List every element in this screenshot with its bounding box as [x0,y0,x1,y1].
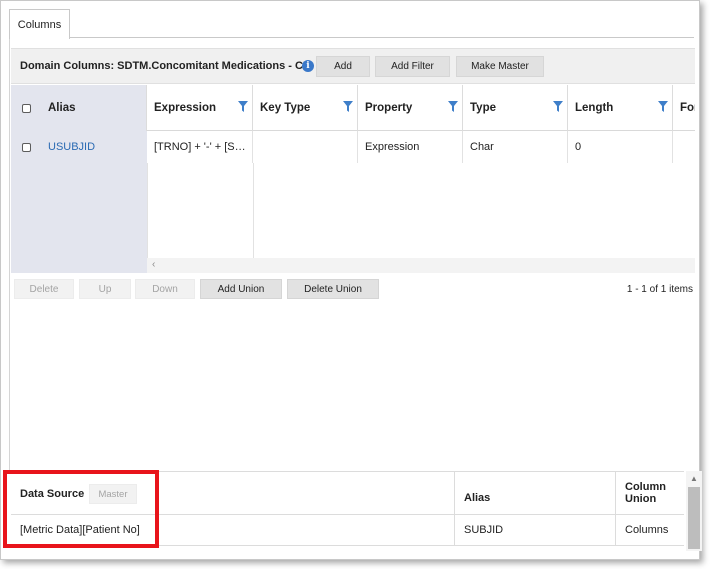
down-button[interactable]: Down [135,279,195,299]
toolbar-title: Domain Columns: SDTM.Concomitant Medicat… [20,60,313,72]
horizontal-scrollbar[interactable]: ‹ [147,258,695,273]
add-button[interactable]: Add [316,56,370,77]
column-header-expression[interactable]: Expression [147,85,253,131]
cell-property[interactable]: Expression [358,131,463,163]
cell-type[interactable]: Char [463,131,568,163]
cell-length[interactable]: 0 [568,131,673,163]
column-union-header-label: Column Union [625,481,666,505]
filter-icon[interactable] [343,101,353,112]
column-header-label: Expression [154,102,216,114]
cell-key-type[interactable] [253,131,358,163]
tab-columns[interactable]: Columns [9,9,70,39]
tab-strip: Columns [1,1,699,39]
filter-icon[interactable] [448,101,458,112]
filter-icon[interactable] [658,101,668,112]
column-header-length[interactable]: Length [568,85,673,131]
column-header-column-union[interactable]: Column Union [616,472,684,515]
cell-format[interactable] [673,131,695,163]
window-frame: Columns Domain Columns: SDTM.Concomitant… [0,0,702,560]
grid-actions: Delete Up Down Add Union Delete Union 1 … [11,277,695,301]
columns-grid-body: USUBJID [TRNO] + '-' + [S… Expression Ch… [11,131,695,273]
table-row-select: USUBJID [11,131,147,163]
delete-button[interactable]: Delete [14,279,74,299]
scroll-up-icon[interactable]: ▲ [690,474,698,483]
column-header-key-type[interactable]: Key Type [253,85,358,131]
scroll-left-icon[interactable]: ‹ [152,259,155,270]
highlight-box [3,470,159,548]
alias-header-label: Alias [464,492,491,504]
column-header-label: For [680,102,695,114]
column-header-alias[interactable]: Alias [455,472,616,515]
cell-alias[interactable]: SUBJID [455,515,616,545]
column-divider [147,163,148,258]
column-header-label: Key Type [260,102,311,114]
select-all-checkbox[interactable] [22,103,31,113]
scrollbar-thumb[interactable] [688,487,700,549]
domain-columns-toolbar: Domain Columns: SDTM.Concomitant Medicat… [11,48,695,84]
make-master-button[interactable]: Make Master [456,56,544,77]
column-header-label: Property [365,102,413,114]
columns-grid-header: Alias Expression Key Type Property Type … [11,85,695,131]
up-button[interactable]: Up [79,279,131,299]
pager-info: 1 - 1 of 1 items [626,284,693,295]
filter-icon[interactable] [238,101,248,112]
add-union-button[interactable]: Add Union [200,279,282,299]
info-icon[interactable]: i [302,60,314,72]
column-header-type[interactable]: Type [463,85,568,131]
column-header-format[interactable]: For [673,85,695,131]
columns-panel: Domain Columns: SDTM.Concomitant Medicat… [9,37,702,551]
cell-column-union[interactable]: Columns [616,515,684,545]
vertical-scrollbar[interactable]: ▲ [686,471,702,551]
select-all-header: Alias [11,85,147,131]
column-header-label: Length [575,102,614,114]
cell-expression[interactable]: [TRNO] + '-' + [S… [147,131,253,163]
row-checkbox[interactable] [22,142,31,152]
delete-union-button[interactable]: Delete Union [287,279,379,299]
filter-icon[interactable] [553,101,563,112]
column-header-label: Type [470,102,496,114]
column-header-property[interactable]: Property [358,85,463,131]
alias-link[interactable]: USUBJID [48,141,95,153]
column-divider [253,163,254,258]
column-header-alias[interactable]: Alias [48,102,76,114]
add-filter-button[interactable]: Add Filter [375,56,450,77]
